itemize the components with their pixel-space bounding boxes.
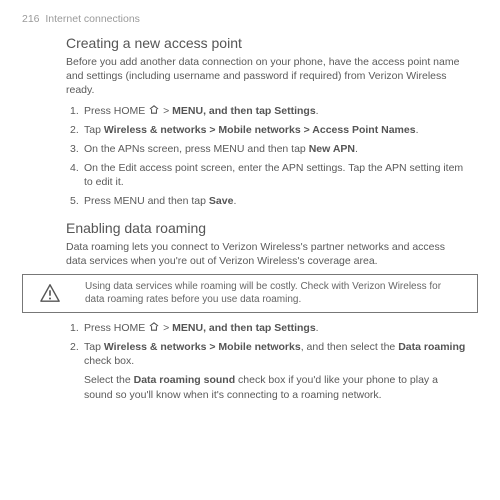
section-enabling-roaming: Enabling data roaming Data roaming lets …: [66, 219, 468, 402]
list-item: 5. Press MENU and then tap Save.: [66, 194, 468, 208]
page-section: Internet connections: [45, 13, 140, 25]
save-label: Save: [209, 195, 234, 207]
menu-settings-label: MENU, and then tap Settings: [172, 322, 316, 334]
warning-icon: [39, 283, 61, 303]
page-header: 216 Internet connections: [22, 12, 478, 26]
list-item: 3. On the APNs screen, press MENU and th…: [66, 142, 468, 156]
data-roaming-label: Data roaming: [398, 341, 465, 353]
step-body: Press HOME > MENU, and then tap Settings…: [84, 321, 468, 335]
nav-path-label: Wireless & networks > Mobile networks: [104, 341, 301, 353]
menu-settings-label: MENU, and then tap Settings: [172, 105, 316, 117]
step-number: 2.: [66, 340, 84, 402]
list-item: 1. Press HOME > MENU, and then tap Setti…: [66, 321, 468, 335]
step-body: Press MENU and then tap Save.: [84, 194, 468, 208]
section-desc: Data roaming lets you connect to Verizon…: [66, 240, 468, 268]
page-content: Creating a new access point Before you a…: [22, 34, 478, 402]
nav-path-label: Wireless & networks > Mobile networks > …: [104, 124, 416, 136]
create-apn-steps: 1. Press HOME > MENU, and then tap Setti…: [66, 104, 468, 209]
section-title-create-apn: Creating a new access point: [66, 34, 468, 53]
step-body: Press HOME > MENU, and then tap Settings…: [84, 104, 468, 118]
section-title-roaming: Enabling data roaming: [66, 219, 468, 238]
home-icon: [149, 321, 159, 330]
step-number: 4.: [66, 161, 84, 189]
page-number: 216: [22, 13, 40, 25]
step-body: Tap Wireless & networks > Mobile network…: [84, 123, 468, 137]
step-number: 2.: [66, 123, 84, 137]
list-item: 4. On the Edit access point screen, ente…: [66, 161, 468, 189]
list-item: 2. Tap Wireless & networks > Mobile netw…: [66, 340, 468, 402]
step-number: 1.: [66, 104, 84, 118]
step-body: Tap Wireless & networks > Mobile network…: [84, 340, 468, 402]
data-roaming-sound-label: Data roaming sound: [134, 374, 236, 386]
paragraph: Select the Data roaming sound check box …: [84, 373, 468, 401]
warning-text: Using data services while roaming will b…: [71, 280, 467, 307]
new-apn-label: New APN: [309, 143, 355, 155]
list-item: 2. Tap Wireless & networks > Mobile netw…: [66, 123, 468, 137]
home-icon: [149, 104, 159, 113]
warning-box: Using data services while roaming will b…: [22, 274, 478, 313]
section-desc: Before you add another data connection o…: [66, 55, 468, 98]
step-body: On the Edit access point screen, enter t…: [84, 161, 468, 189]
step-body: On the APNs screen, press MENU and then …: [84, 142, 468, 156]
roaming-steps: 1. Press HOME > MENU, and then tap Setti…: [66, 321, 468, 402]
step-number: 5.: [66, 194, 84, 208]
step-number: 1.: [66, 321, 84, 335]
list-item: 1. Press HOME > MENU, and then tap Setti…: [66, 104, 468, 118]
step-number: 3.: [66, 142, 84, 156]
